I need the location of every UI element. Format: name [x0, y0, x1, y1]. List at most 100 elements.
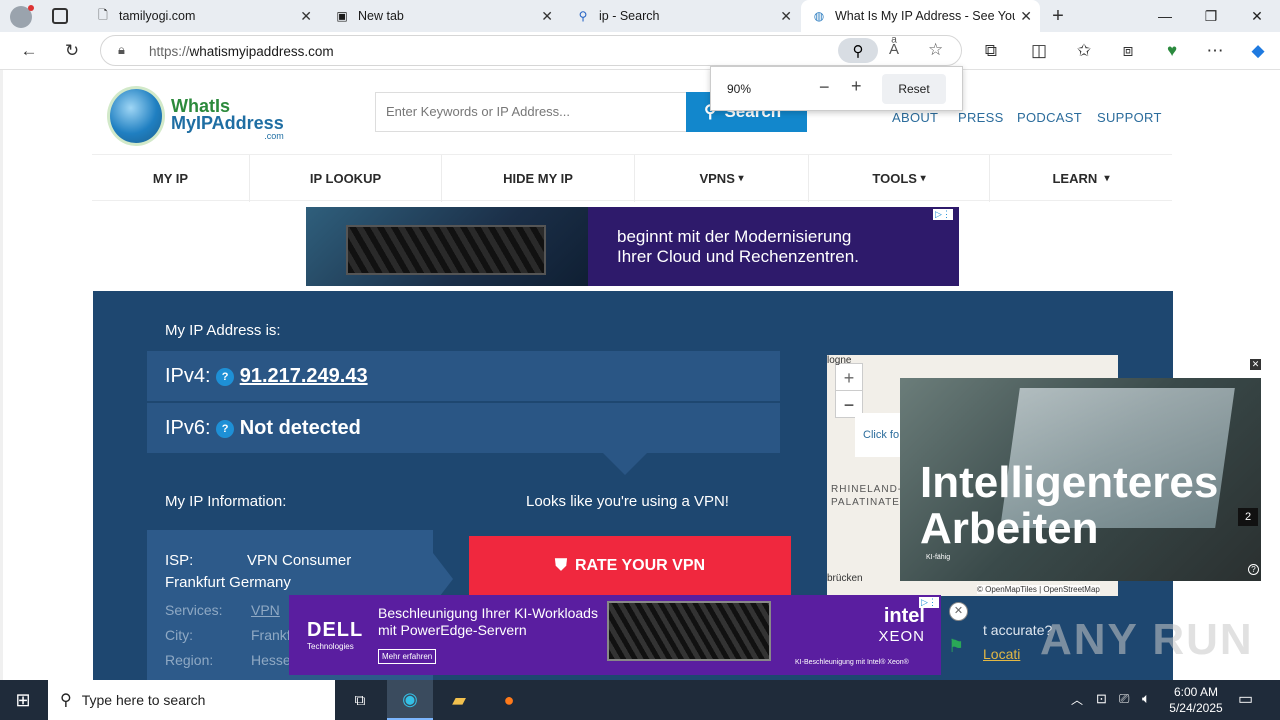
video-ad-text: Intelligenteres Arbeiten: [920, 460, 1218, 552]
refresh-button[interactable]: ↻: [57, 37, 87, 65]
link-support[interactable]: SUPPORT: [1097, 110, 1162, 125]
clock-time: 6:00 AM: [1173, 685, 1219, 699]
taskbar-search[interactable]: ⚲ Type here to search: [48, 680, 335, 720]
tab-title: tamilyogi.com: [119, 9, 196, 23]
pointer-arrow: [603, 453, 647, 475]
zoom-reset-button[interactable]: Reset: [882, 74, 946, 104]
rate-vpn-button[interactable]: ⛊ RATE YOUR VPN: [469, 536, 791, 596]
page-viewport: WhatIs MyIPAddress .com Enter Keywords o…: [0, 70, 1262, 680]
nav-my-ip[interactable]: MY IP: [92, 155, 250, 202]
link-about[interactable]: ABOUT: [892, 110, 938, 125]
help-icon[interactable]: ?: [216, 367, 235, 386]
nav-label: MY IP: [152, 171, 189, 186]
split-screen-icon[interactable]: ◫: [1024, 37, 1054, 65]
firefox-icon[interactable]: ●: [486, 680, 532, 720]
notification-icon[interactable]: ▭: [1238, 689, 1253, 709]
restore-button[interactable]: ❐: [1188, 0, 1234, 32]
dell-brand-sub: Technologies: [307, 642, 354, 651]
zoom-in-button[interactable]: +: [851, 76, 862, 97]
map-city-label: brücken: [827, 573, 863, 584]
nav-ip-lookup[interactable]: IP LOOKUP: [250, 155, 442, 202]
zoom-indicator-icon[interactable]: ⚲: [838, 38, 878, 63]
close-tab-icon[interactable]: ✕: [300, 8, 312, 25]
file-explorer-icon[interactable]: ▰: [436, 680, 482, 720]
ad-server-rack: [346, 225, 546, 275]
video-ad[interactable]: Intelligenteres Arbeiten KI-fähig 2 ?: [900, 378, 1261, 581]
copilot-icon[interactable]: ◆: [1243, 37, 1273, 65]
bottom-ad-footnote: KI-Beschleunigung mit Intel® Xeon®: [795, 659, 909, 666]
nav-learn[interactable]: LEARN ▾: [990, 155, 1172, 202]
close-tab-icon[interactable]: ✕: [1020, 8, 1032, 25]
edge-taskbar-icon[interactable]: ◉: [387, 680, 433, 720]
nav-label: VPNS: [699, 171, 735, 186]
zoom-out-button[interactable]: −: [819, 77, 830, 98]
search-icon: ⚲: [60, 692, 72, 709]
ipv6-value: Not detected: [239, 417, 361, 439]
close-tab-icon[interactable]: ✕: [541, 8, 553, 25]
ad-banner-bottom[interactable]: DELL Technologies Beschleunigung Ihrer K…: [289, 595, 941, 675]
services-value[interactable]: VPN: [251, 602, 280, 618]
back-button[interactable]: ←: [14, 37, 44, 65]
minimize-button[interactable]: —: [1142, 0, 1188, 32]
city-label: City:: [165, 627, 193, 643]
ipv4-value[interactable]: 91.217.249.43: [240, 365, 368, 387]
newtab-icon: ▣: [336, 9, 348, 23]
map-region-line2: PALATINATE: [831, 497, 900, 508]
performance-icon[interactable]: ♥: [1157, 37, 1187, 65]
start-button[interactable]: ⊞: [0, 680, 46, 720]
main-nav: MY IP IP LOOKUP HIDE MY IP VPNS ▾ TOOLS …: [92, 154, 1172, 202]
ad-server-image: [306, 207, 588, 286]
info-icon[interactable]: ?: [1248, 564, 1259, 575]
read-aloud-icon[interactable]: A͏ͣ: [889, 41, 899, 58]
bottom-ad-line2: mit PowerEdge-Servern: [378, 622, 527, 638]
new-tab-button[interactable]: +: [1046, 4, 1070, 28]
task-view-icon[interactable]: ⧉: [337, 680, 383, 720]
nav-tools[interactable]: TOOLS ▾: [809, 155, 990, 202]
network-icon[interactable]: ⎚: [1119, 691, 1129, 707]
tab-tamilyogi[interactable]: 🗋 tamilyogi.com ✕: [85, 0, 320, 32]
nav-vpns[interactable]: VPNS ▾: [635, 155, 809, 202]
ad-close-icon[interactable]: ✕: [949, 602, 968, 621]
site-search-input[interactable]: Enter Keywords or IP Address...: [375, 92, 687, 132]
lock-icon[interactable]: 🔒︎: [118, 42, 125, 58]
globe-icon: ◍: [813, 9, 825, 23]
tab-ip-search[interactable]: ⚲ ip - Search ✕: [565, 0, 800, 32]
favorites-icon[interactable]: ✩: [1069, 37, 1099, 65]
help-icon[interactable]: ?: [216, 419, 235, 438]
rate-vpn-label: RATE YOUR VPN: [574, 557, 706, 574]
url-text[interactable]: https://whatismyipaddress.com: [149, 44, 334, 59]
volume-icon[interactable]: 🔈︎: [1142, 690, 1150, 707]
tray-device-icon[interactable]: ⊡: [1096, 691, 1107, 707]
close-tab-icon[interactable]: ✕: [780, 8, 792, 25]
site-logo[interactable]: WhatIs MyIPAddress .com: [107, 86, 297, 150]
link-podcast[interactable]: PODCAST: [1017, 110, 1082, 125]
adchoices-icon[interactable]: ▷⋮: [919, 597, 939, 608]
isp-label: ISP:: [165, 552, 194, 569]
chevron-down-icon: ▾: [920, 173, 926, 184]
zoom-popup: 90% − + Reset: [710, 66, 963, 111]
adchoices-icon[interactable]: ▷⋮: [933, 209, 953, 220]
tab-newtab[interactable]: ▣ New tab ✕: [324, 0, 561, 32]
map-zoom-in-button[interactable]: +: [835, 363, 863, 391]
tab-whatismyip[interactable]: ◍ What Is My IP Address - See Your ✕: [801, 0, 1040, 32]
bottom-ad-cta[interactable]: Mehr erfahren: [378, 649, 437, 664]
clock[interactable]: 6:00 AM 5/24/2025: [1166, 684, 1226, 716]
tray-overflow-icon[interactable]: ︿: [1071, 691, 1083, 708]
search-icon: ⚲: [578, 9, 588, 23]
link-press[interactable]: PRESS: [958, 110, 1004, 125]
map-region-label: RHINELAND- PALATINATE: [831, 483, 902, 509]
ad-banner-top[interactable]: beginnt mit der Modernisierung Ihrer Clo…: [306, 207, 959, 286]
tab-title: New tab: [358, 9, 404, 23]
favorite-star-icon[interactable]: ☆: [928, 40, 943, 60]
vpn-notice: Looks like you're using a VPN!: [526, 493, 729, 510]
more-menu-icon[interactable]: ⋯: [1200, 37, 1230, 65]
nav-hide-my-ip[interactable]: HIDE MY IP: [442, 155, 635, 202]
close-window-button[interactable]: ✕: [1234, 0, 1280, 32]
address-bar[interactable]: 🔒︎ https://whatismyipaddress.com ⚲ A͏ͣ ☆: [100, 35, 962, 66]
extensions-icon[interactable]: ⧉: [976, 37, 1006, 65]
ad-feedback-icon[interactable]: ⚑: [948, 636, 964, 657]
tab-actions-icon[interactable]: [52, 8, 68, 24]
collections-icon[interactable]: ⧈: [1113, 37, 1143, 65]
video-ad-counter: 2: [1238, 508, 1258, 526]
video-ad-close-icon[interactable]: ✕: [1250, 359, 1261, 370]
